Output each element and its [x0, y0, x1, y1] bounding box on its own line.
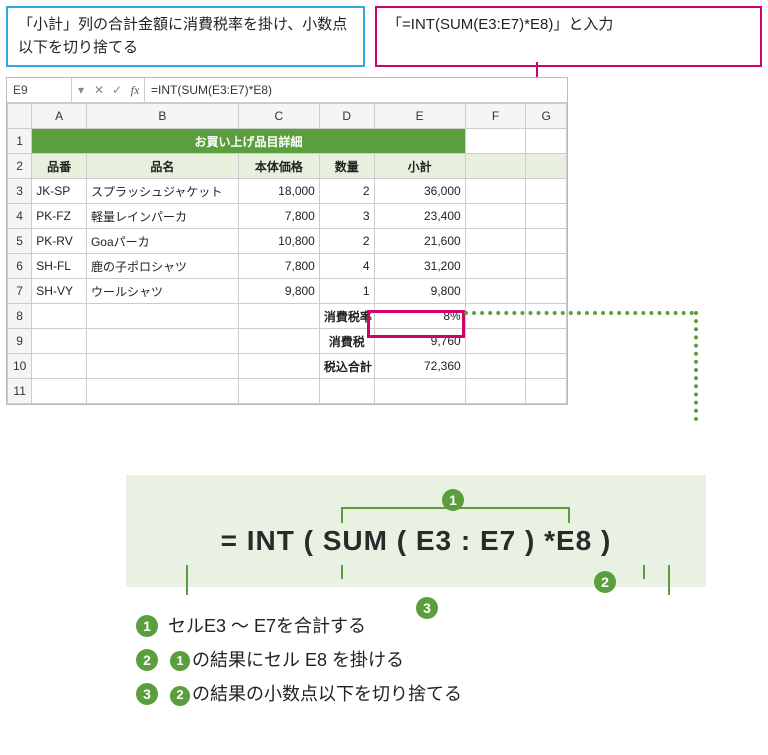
cancel-icon[interactable]: ✕	[90, 78, 108, 102]
col-header[interactable]: B	[86, 104, 238, 129]
cell[interactable]: 2	[319, 229, 374, 254]
cell[interactable]: 10,800	[238, 229, 319, 254]
fx-icon[interactable]: fx	[126, 78, 145, 102]
cell-e9[interactable]: 9,760	[374, 329, 465, 354]
cell[interactable]: 9,800	[238, 279, 319, 304]
formula-display: = INT ( SUM ( E3 : E7 ) *E8 )	[136, 525, 696, 557]
row-header[interactable]: 6	[8, 254, 32, 279]
cell[interactable]: PK-RV	[32, 229, 87, 254]
cell[interactable]: 2	[319, 179, 374, 204]
cell[interactable]: 鹿の子ポロシャツ	[86, 254, 238, 279]
cell[interactable]: 18,000	[238, 179, 319, 204]
legend-text-3: 2の結果の小数点以下を切り捨てる	[168, 677, 462, 711]
formula-bar: E9 ▾ ✕ ✓ fx =INT(SUM(E3:E7)*E8)	[7, 78, 567, 103]
header-cell[interactable]: 品名	[86, 154, 238, 179]
cell[interactable]: 1	[319, 279, 374, 304]
dotted-connector-h	[464, 311, 694, 315]
cell[interactable]: SH-FL	[32, 254, 87, 279]
legend-text-1: セルE3 ～ E7を合計する	[168, 609, 366, 643]
formula-input[interactable]: =INT(SUM(E3:E7)*E8)	[145, 83, 567, 97]
cell[interactable]: ウールシャツ	[86, 279, 238, 304]
formula-breakdown: = INT ( SUM ( E3 : E7 ) *E8 ) 1 2 3	[126, 475, 706, 587]
confirm-icon[interactable]: ✓	[108, 78, 126, 102]
col-header[interactable]: G	[526, 104, 567, 129]
column-headers: A B C D E F G	[8, 104, 567, 129]
col-header[interactable]: F	[465, 104, 526, 129]
legend-marker-1: 1	[136, 615, 158, 637]
legend-item-2: 2 1の結果にセル E8 を掛ける	[136, 643, 762, 677]
cell[interactable]: 軽量レインパーカ	[86, 204, 238, 229]
callout-description: 「小計」列の合計金額に消費税率を掛け、小数点以下を切り捨てる	[6, 6, 365, 67]
inline-ref-2: 2	[170, 686, 190, 706]
header-cell[interactable]: 本体価格	[238, 154, 319, 179]
table-row: 5 PK-RV Goaパーカ 10,800 2 21,600	[8, 229, 567, 254]
label-cell[interactable]: 税込合計	[319, 354, 374, 379]
bracket-3	[186, 565, 670, 595]
cell[interactable]: 31,200	[374, 254, 465, 279]
name-box[interactable]: E9	[7, 78, 72, 102]
table-row: 7 SH-VY ウールシャツ 9,800 1 9,800	[8, 279, 567, 304]
header-cell[interactable]: 小計	[374, 154, 465, 179]
col-header[interactable]: E	[374, 104, 465, 129]
row-header[interactable]: 4	[8, 204, 32, 229]
cell[interactable]: 8%	[374, 304, 465, 329]
cell[interactable]: 9,800	[374, 279, 465, 304]
cell[interactable]: 3	[319, 204, 374, 229]
legend-item-1: 1 セルE3 ～ E7を合計する	[136, 609, 762, 643]
cell[interactable]: PK-FZ	[32, 204, 87, 229]
legend: 1 セルE3 ～ E7を合計する 2 1の結果にセル E8 を掛ける 3 2の結…	[136, 609, 762, 712]
cell[interactable]: 7,800	[238, 204, 319, 229]
table-row: 6 SH-FL 鹿の子ポロシャツ 7,800 4 31,200	[8, 254, 567, 279]
legend-item-3: 3 2の結果の小数点以下を切り捨てる	[136, 677, 762, 711]
cell[interactable]: スプラッシュジャケット	[86, 179, 238, 204]
cell[interactable]: 21,600	[374, 229, 465, 254]
cell[interactable]: 36,000	[374, 179, 465, 204]
label-cell[interactable]: 消費税率	[319, 304, 374, 329]
dotted-connector-v	[694, 311, 698, 421]
cell[interactable]: Goaパーカ	[86, 229, 238, 254]
marker-1: 1	[442, 489, 464, 511]
cell[interactable]: JK-SP	[32, 179, 87, 204]
row-header[interactable]: 5	[8, 229, 32, 254]
row-header[interactable]: 9	[8, 329, 32, 354]
col-header[interactable]: A	[32, 104, 87, 129]
legend-marker-3: 3	[136, 683, 158, 705]
cell[interactable]: 72,360	[374, 354, 465, 379]
legend-text-2: 1の結果にセル E8 を掛ける	[168, 643, 404, 677]
row-header[interactable]: 7	[8, 279, 32, 304]
namebox-dropdown-icon[interactable]: ▾	[72, 78, 90, 102]
spreadsheet: E9 ▾ ✕ ✓ fx =INT(SUM(E3:E7)*E8) A B C D …	[6, 77, 568, 405]
cell[interactable]: 23,400	[374, 204, 465, 229]
row-header[interactable]: 3	[8, 179, 32, 204]
label-cell[interactable]: 消費税	[319, 329, 374, 354]
header-cell[interactable]: 数量	[319, 154, 374, 179]
row-header[interactable]: 11	[8, 379, 32, 404]
select-all-cell[interactable]	[8, 104, 32, 129]
table-row: 4 PK-FZ 軽量レインパーカ 7,800 3 23,400	[8, 204, 567, 229]
cell[interactable]: 7,800	[238, 254, 319, 279]
cell[interactable]: 4	[319, 254, 374, 279]
table-row: 3 JK-SP スプラッシュジャケット 18,000 2 36,000	[8, 179, 567, 204]
callout-formula-entry: 「=INT(SUM(E3:E7)*E8)」と入力	[375, 6, 762, 67]
col-header[interactable]: D	[319, 104, 374, 129]
row-header[interactable]: 2	[8, 154, 32, 179]
table-title[interactable]: お買い上げ品目詳細	[32, 129, 465, 154]
inline-ref-1: 1	[170, 651, 190, 671]
cell[interactable]: SH-VY	[32, 279, 87, 304]
cells-grid[interactable]: A B C D E F G 1 お買い上げ品目詳細 2 品番 品名 本体価格 数…	[7, 103, 567, 404]
marker-3: 3	[416, 597, 438, 619]
header-cell[interactable]: 品番	[32, 154, 87, 179]
col-header[interactable]: C	[238, 104, 319, 129]
row-header[interactable]: 1	[8, 129, 32, 154]
row-header[interactable]: 10	[8, 354, 32, 379]
legend-marker-2: 2	[136, 649, 158, 671]
row-header[interactable]: 8	[8, 304, 32, 329]
